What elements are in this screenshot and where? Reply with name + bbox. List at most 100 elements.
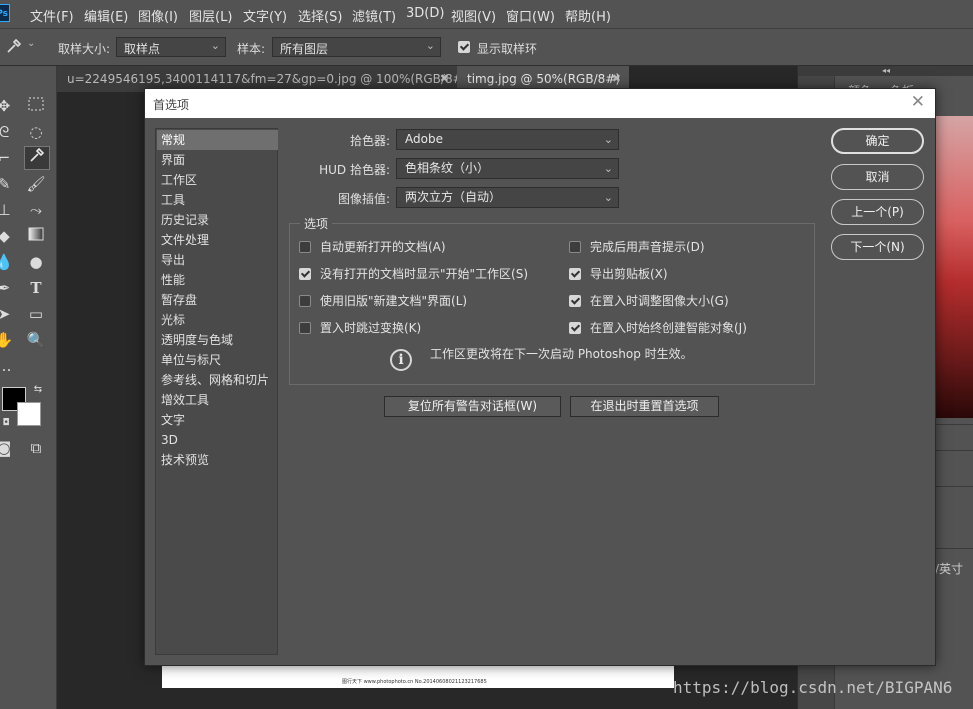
color-picker-select[interactable]: Adobe ⌄ (396, 129, 619, 150)
dialog-titlebar: 首选项 ✕ (145, 89, 935, 118)
sample-size-select[interactable]: 取样点 ⌄ (116, 37, 226, 57)
chevron-down-icon: ⌄ (603, 162, 613, 175)
menu-3d[interactable]: 3D(D) (406, 6, 444, 21)
prev-button[interactable]: 上一个(P) (831, 199, 924, 225)
reset-on-quit-button[interactable]: 在退出时重置首选项 (570, 396, 719, 417)
menu-edit[interactable]: 编辑(E) (84, 6, 128, 25)
crop-tool-icon[interactable]: ⌐ (0, 148, 14, 168)
sample-select[interactable]: 所有图层 ⌄ (272, 37, 441, 57)
hand-tool-icon[interactable]: ✋ (0, 330, 14, 350)
category-tools[interactable]: 工具 (157, 190, 278, 210)
blur-tool-icon[interactable]: 💧 (0, 252, 14, 272)
clone-stamp-tool-icon[interactable]: ⊥ (0, 200, 14, 220)
option-label: 自动更新打开的文档(A) (320, 240, 446, 254)
category-performance[interactable]: 性能 (157, 270, 278, 290)
menu-type[interactable]: 文字(Y) (243, 6, 287, 25)
chevron-down-icon: ⌄ (603, 133, 613, 146)
option-label: 导出剪贴板(X) (590, 267, 668, 281)
default-colors-icon[interactable]: ◘ (0, 413, 16, 433)
category-type[interactable]: 文字 (157, 410, 278, 430)
history-brush-tool-icon[interactable]: ⤳ (26, 200, 46, 220)
hud-picker-select[interactable]: 色相条纹（小） ⌄ (396, 158, 619, 179)
menu-help[interactable]: 帮助(H) (565, 6, 611, 25)
lasso-tool-icon[interactable]: ᘓ (0, 122, 14, 142)
preferences-dialog: 首选项 ✕ 常规 界面 工作区 工具 历史记录 文件处理 导出 性能 暂存盘 光… (144, 88, 936, 666)
interpolation-value: 两次立方（自动） (405, 190, 502, 204)
export-clipboard-checkbox[interactable] (569, 268, 581, 280)
next-button[interactable]: 下一个(N) (831, 234, 924, 260)
auto-update-checkbox[interactable] (299, 241, 311, 253)
category-interface[interactable]: 界面 (157, 150, 278, 170)
legacy-new-doc-checkbox[interactable] (299, 295, 311, 307)
menu-file[interactable]: 文件(F) (30, 6, 74, 25)
menu-image[interactable]: 图像(I) (138, 6, 178, 25)
color-field[interactable] (935, 116, 973, 418)
zoom-tool-icon[interactable]: 🔍 (26, 330, 46, 350)
category-transparency[interactable]: 透明度与色域 (157, 330, 278, 350)
pen-tool-icon[interactable]: ✒ (0, 278, 14, 298)
swap-colors-icon[interactable]: ⇆ (28, 380, 48, 400)
category-units-rulers[interactable]: 单位与标尺 (157, 350, 278, 370)
document-tab-label: u=2249546195,3400114117&fm=27&gp=0.jpg @… (67, 72, 468, 86)
option-label: 使用旧版"新建文档"界面(L) (320, 294, 468, 308)
category-workspace[interactable]: 工作区 (157, 170, 278, 190)
cancel-button[interactable]: 取消 (831, 164, 924, 190)
eyedropper-preset-icon[interactable] (4, 37, 24, 57)
marquee-tool-icon[interactable] (26, 96, 46, 116)
chevron-down-icon: ⌄ (210, 39, 220, 52)
category-plugins[interactable]: 增效工具 (157, 390, 278, 410)
menu-select[interactable]: 选择(S) (298, 6, 342, 25)
color-picker-label: 拾色器: (349, 134, 390, 148)
resize-on-place-checkbox[interactable] (569, 295, 581, 307)
menu-layer[interactable]: 图层(L) (189, 6, 232, 25)
eyedropper-tool-icon[interactable] (24, 146, 50, 170)
show-start-workspace-checkbox[interactable] (299, 268, 311, 280)
move-tool-icon[interactable]: ✥ (0, 96, 14, 116)
interpolation-select[interactable]: 两次立方（自动） ⌄ (396, 187, 619, 208)
menu-view[interactable]: 视图(V) (451, 6, 496, 25)
collapse-panels-icon[interactable]: ◂◂ (798, 66, 973, 76)
chevron-down-icon[interactable]: ⌄ (27, 38, 35, 49)
background-color-swatch[interactable] (17, 402, 41, 426)
option-label: 完成后用声音提示(D) (590, 240, 705, 254)
photoshop-logo: Ps (0, 4, 10, 22)
category-cursors[interactable]: 光标 (157, 310, 278, 330)
eraser-tool-icon[interactable]: ◆ (0, 226, 14, 246)
tools-panel: ✥ ᘓ ◌ ⌐ ✎ 🖌 ⊥ ⤳ ◆ 💧 ● ✒ T ➤ ▭ ✋ 🔍 … ⇆ ◘ … (0, 66, 57, 709)
gradient-tool-icon[interactable] (26, 226, 46, 246)
category-history-log[interactable]: 历史记录 (157, 210, 278, 230)
ok-button[interactable]: 确定 (831, 128, 924, 154)
resolution-unit: /英寸 (935, 562, 964, 576)
option-label: 置入时跳过变换(K) (320, 321, 422, 335)
rectangle-tool-icon[interactable]: ▭ (26, 304, 46, 324)
category-list: 常规 界面 工作区 工具 历史记录 文件处理 导出 性能 暂存盘 光标 透明度与… (155, 128, 278, 655)
menu-window[interactable]: 窗口(W) (506, 6, 555, 25)
screen-mode-icon[interactable]: ⧉ (26, 438, 46, 458)
more-tools-icon[interactable]: … (0, 356, 14, 376)
category-general[interactable]: 常规 (157, 130, 278, 150)
category-file-handling[interactable]: 文件处理 (157, 230, 278, 250)
category-guides-grid[interactable]: 参考线、网格和切片 (157, 370, 278, 390)
beep-when-done-checkbox[interactable] (569, 241, 581, 253)
smart-object-on-place-checkbox[interactable] (569, 322, 581, 334)
category-3d[interactable]: 3D (157, 430, 278, 450)
option-label: 没有打开的文档时显示"开始"工作区(S) (320, 267, 529, 281)
quick-select-tool-icon[interactable]: ◌ (26, 122, 46, 142)
category-tech-previews[interactable]: 技术预览 (157, 450, 278, 470)
type-tool-icon[interactable]: T (26, 278, 46, 298)
category-export[interactable]: 导出 (157, 250, 278, 270)
show-ring-checkbox[interactable] (458, 41, 470, 53)
close-icon[interactable]: ✕ (911, 92, 925, 112)
path-select-tool-icon[interactable]: ➤ (0, 304, 14, 324)
quick-mask-icon[interactable]: ◙ (0, 438, 14, 458)
brush-tool-icon[interactable]: 🖌 (26, 174, 46, 194)
reset-warnings-button[interactable]: 复位所有警告对话框(W) (384, 396, 561, 417)
menu-filter[interactable]: 滤镜(T) (352, 6, 396, 25)
dodge-tool-icon[interactable]: ● (26, 252, 46, 272)
document-tab-label: timg.jpg @ 50%(RGB/8#) (467, 72, 620, 86)
skip-transform-checkbox[interactable] (299, 322, 311, 334)
healing-brush-tool-icon[interactable]: ✎ (0, 174, 14, 194)
category-scratch-disks[interactable]: 暂存盘 (157, 290, 278, 310)
watermark-text: https://blog.csdn.net/BIGPAN6 (673, 678, 953, 697)
menu-bar: Ps 文件(F) 编辑(E) 图像(I) 图层(L) 文字(Y) 选择(S) 滤… (0, 0, 973, 29)
